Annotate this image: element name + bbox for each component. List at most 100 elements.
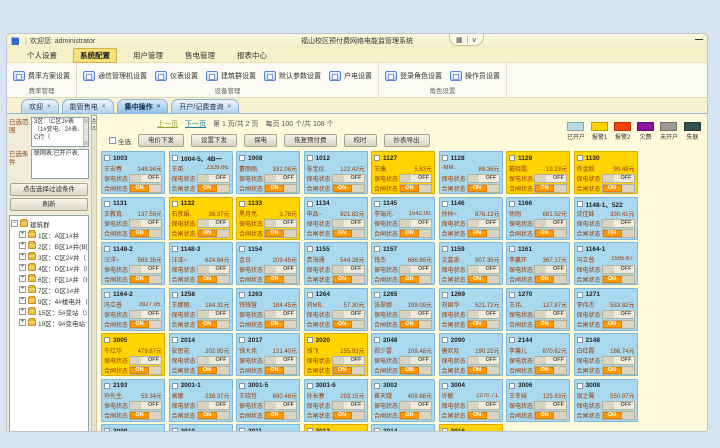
card-checkbox[interactable]	[374, 383, 380, 389]
hezha-toggle[interactable]: ON	[129, 411, 162, 420]
baodian-toggle[interactable]: OFF	[467, 219, 500, 228]
expand-icon[interactable]: +	[19, 253, 26, 260]
tab[interactable]: 能管售电 ×	[62, 99, 114, 113]
room-card[interactable]: 2148 白红霞 186.74元 保电状态 OFF 合闸状态 ON	[574, 333, 638, 376]
baodian-toggle[interactable]: OFF	[197, 265, 230, 274]
prev-page-link[interactable]: 上一页	[157, 119, 178, 129]
card-checkbox[interactable]	[104, 383, 110, 389]
room-card[interactable]: 1164-2 冯立普 3927.05. 保电状态 OFF 合闸状态 ON	[101, 288, 165, 331]
room-card[interactable]: 1146 徐仲~ 876.12元 保电状态 OFF 合闸状态 ON	[439, 197, 503, 240]
card-checkbox[interactable]	[307, 201, 313, 207]
room-card[interactable]: 2048 郑少雷 108.48元 保电状态 OFF 合闸状态 ON	[371, 333, 435, 376]
card-checkbox[interactable]	[577, 155, 583, 161]
selected-condition-box[interactable]: 联网表;已开户表;	[31, 149, 89, 179]
room-card[interactable]: 1145 李瑞光. 1542.00. 保电状态 OFF 合闸状态 ON	[371, 197, 435, 240]
expand-icon[interactable]: +	[19, 286, 26, 293]
baodian-toggle[interactable]: OFF	[399, 310, 432, 319]
baodian-toggle[interactable]: OFF	[534, 401, 567, 410]
hezha-toggle[interactable]: ON	[602, 366, 635, 375]
baodian-toggle[interactable]: OFF	[129, 401, 162, 410]
hezha-toggle[interactable]: ON	[129, 275, 162, 284]
card-checkbox[interactable]	[509, 155, 515, 161]
baodian-toggle[interactable]: OFF	[264, 401, 297, 410]
baodian-toggle[interactable]: OFF	[129, 356, 162, 365]
minimize-icon[interactable]: —	[695, 35, 703, 44]
expand-icon[interactable]: +	[19, 275, 26, 282]
hezha-toggle[interactable]: ON	[534, 411, 567, 420]
hezha-toggle[interactable]: ON	[197, 275, 230, 284]
room-card[interactable]: 1161 李赢环 367.17元 保电状态 OFF 合闸状态 ON	[506, 242, 570, 285]
hezha-toggle[interactable]: ON	[197, 411, 230, 420]
hezha-toggle[interactable]: ON	[602, 275, 635, 284]
card-checkbox[interactable]	[307, 155, 313, 161]
hezha-toggle[interactable]: ON	[399, 184, 432, 193]
tab-close-icon[interactable]: ×	[227, 104, 231, 110]
baodian-toggle[interactable]: OFF	[197, 174, 230, 183]
card-checkbox[interactable]	[374, 292, 380, 298]
room-card[interactable]: 3016 谢梅 339.29元 保电状态 OFF 合闸状态 ON	[439, 424, 503, 432]
card-checkbox[interactable]	[239, 292, 245, 298]
baodian-toggle[interactable]: OFF	[467, 265, 500, 274]
expand-icon[interactable]: +	[19, 319, 26, 326]
hezha-toggle[interactable]: ON	[264, 411, 297, 420]
baodian-toggle[interactable]: OFF	[197, 401, 230, 410]
baodian-toggle[interactable]: OFF	[129, 174, 162, 183]
room-card[interactable]: 1155 贵海通 544.28元 保电状态 OFF 合闸状态 ON	[304, 242, 368, 285]
baodian-toggle[interactable]: OFF	[534, 174, 567, 183]
room-card[interactable]: 3004 许敏 2270.71. 保电状态 OFF 合闸状态 ON	[439, 379, 503, 422]
card-checkbox[interactable]	[442, 337, 448, 343]
card-checkbox[interactable]	[577, 383, 583, 389]
baodian-toggle[interactable]: OFF	[332, 310, 365, 319]
hezha-toggle[interactable]: ON	[602, 229, 635, 238]
room-card[interactable]: 1133 黑月亮. 3.78元 保电状态 OFF 合闸状态 ON	[236, 197, 300, 240]
room-card[interactable]: 1164-1 冯立普 1595.67. 保电状态 OFF 合闸状态 ON	[574, 242, 638, 285]
room-card[interactable]: 3001-5 王晓哲 690.48元 保电状态 OFF 合闸状态 ON	[236, 379, 300, 422]
hezha-toggle[interactable]: ON	[467, 411, 500, 420]
room-card[interactable]: 1269 刘国华 521.72元 保电状态 OFF 合闸状态 ON	[439, 288, 503, 331]
card-checkbox[interactable]	[104, 201, 110, 207]
baodian-toggle[interactable]: OFF	[264, 310, 297, 319]
card-checkbox[interactable]	[104, 337, 110, 343]
card-checkbox[interactable]	[442, 201, 448, 207]
chevron-down-icon[interactable]: ∨	[472, 36, 477, 44]
room-card[interactable]: 1129 戴晓霞. 19.23元 保电状态 OFF 合闸状态 ON	[506, 151, 570, 194]
hezha-toggle[interactable]: ON	[264, 320, 297, 329]
card-checkbox[interactable]	[509, 383, 515, 389]
baodian-toggle[interactable]: OFF	[399, 401, 432, 410]
baodian-toggle[interactable]: OFF	[534, 356, 567, 365]
card-checkbox[interactable]	[374, 246, 380, 252]
tree-item[interactable]: + 19区：9#变电站（2#	[11, 317, 87, 328]
hezha-toggle[interactable]: ON	[399, 411, 432, 420]
ribbon-button[interactable]: 通信管理机设置	[83, 71, 147, 81]
hezha-toggle[interactable]: ON	[332, 366, 365, 375]
card-checkbox[interactable]	[104, 246, 110, 252]
room-card[interactable]: 1127 王康. 5.83元 保电状态 OFF 合闸状态 ON	[371, 151, 435, 194]
room-card[interactable]: 1154 金日 209.45元 保电状态 OFF 合闸状态 ON	[236, 242, 300, 285]
room-card[interactable]: 3013 王欣. 97.81元 保电状态 OFF 合闸状态 ON	[304, 424, 368, 432]
room-card[interactable]: 2014 安思花 202.95元 保电状态 OFF 合闸状态 ON	[169, 333, 233, 376]
card-checkbox[interactable]	[442, 246, 448, 252]
hezha-toggle[interactable]: ON	[467, 229, 500, 238]
ribbon-button[interactable]: 仪表设置	[155, 71, 198, 81]
baodian-toggle[interactable]: OFF	[129, 265, 162, 274]
ribbon-button[interactable]: 操作员设置	[450, 71, 500, 81]
card-checkbox[interactable]	[239, 337, 245, 343]
card-checkbox[interactable]	[577, 246, 583, 252]
card-checkbox[interactable]	[104, 292, 110, 298]
menu-item[interactable]: 报表中心	[231, 49, 273, 62]
baodian-toggle[interactable]: OFF	[602, 310, 635, 319]
action-button[interactable]: 保电	[244, 134, 277, 147]
hezha-toggle[interactable]: ON	[534, 366, 567, 375]
card-checkbox[interactable]	[239, 155, 245, 161]
room-card[interactable]: 3008 周之翼 550.97元 保电状态 OFF 合闸状态 ON	[574, 379, 638, 422]
tab[interactable]: 开户/记费查询 ×	[171, 99, 239, 113]
baodian-toggle[interactable]: OFF	[332, 265, 365, 274]
card-checkbox[interactable]	[509, 201, 515, 207]
room-card[interactable]: 1148-2 汪洋~ 568.35元 保电状态 OFF 合闸状态 ON	[101, 242, 165, 285]
card-checkbox[interactable]	[172, 383, 178, 389]
hezha-toggle[interactable]: ON	[467, 366, 500, 375]
baodian-toggle[interactable]: OFF	[399, 356, 432, 365]
hezha-toggle[interactable]: ON	[467, 275, 500, 284]
ribbon-button[interactable]: 费率方案设置	[13, 71, 70, 81]
card-checkbox[interactable]	[172, 155, 178, 161]
